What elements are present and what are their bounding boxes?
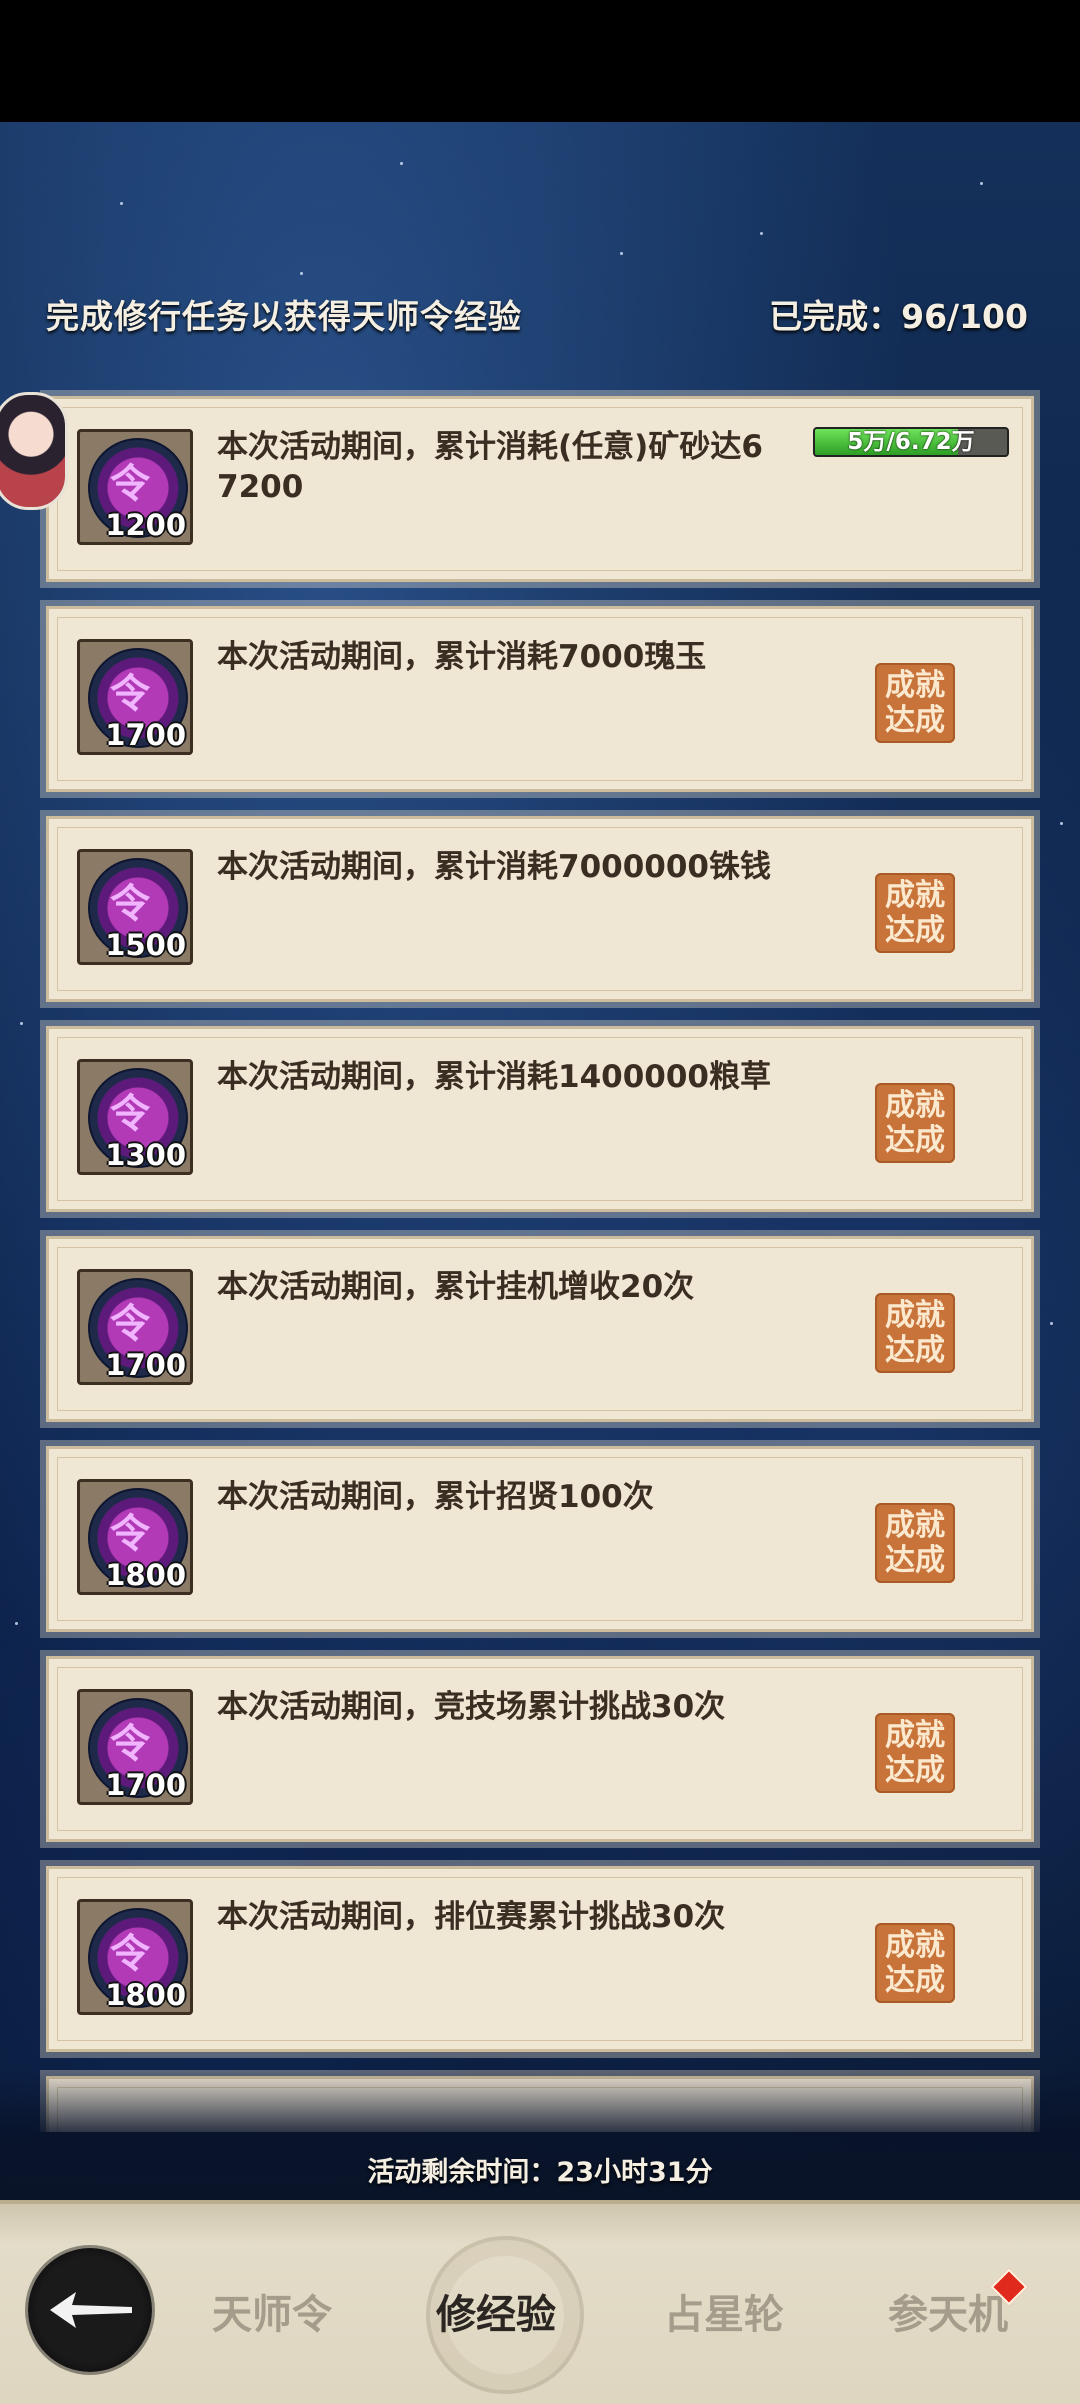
- task-card: 令 1700 本次活动期间，累计挂机增收20次 成就 达成: [46, 1236, 1034, 1422]
- back-arrow-icon: [50, 2292, 132, 2328]
- task-description: 本次活动期间，排位赛累计挑战30次: [217, 1899, 726, 1935]
- avatar[interactable]: [0, 392, 68, 510]
- status-bar: [0, 0, 1080, 122]
- achieved-badge: 成就 达成: [875, 663, 955, 743]
- reward-amount: 1200: [105, 508, 186, 542]
- task-list[interactable]: 令 1200 本次活动期间，累计消耗(任意)矿砂达67200 5万/6.72万 …: [0, 390, 1080, 2132]
- task-card: 令 1300 本次活动期间，累计消耗1400000粮草 成就 达成: [46, 1026, 1034, 1212]
- token-glyph-icon: 令: [110, 1091, 150, 1137]
- reward-icon[interactable]: 令 1300: [77, 1059, 193, 1175]
- reward-icon[interactable]: 令 1200: [77, 429, 193, 545]
- task-description: 本次活动期间，累计消耗7000000铢钱: [217, 849, 771, 885]
- task-card: 令 1700 本次活动期间，竞技场累计挑战30次 成就 达成: [46, 1656, 1034, 1842]
- back-button[interactable]: [28, 2248, 152, 2372]
- achieved-badge: 成就 达成: [875, 1923, 955, 2003]
- reward-icon[interactable]: 令 1800: [77, 1899, 193, 2015]
- task-card: 令 1500 本次活动期间，累计消耗7000000铢钱 成就 达成: [46, 816, 1034, 1002]
- token-glyph-icon: 令: [110, 881, 150, 927]
- reward-amount: 1500: [105, 928, 186, 962]
- completion-counter: 已完成：96/100: [769, 297, 1028, 336]
- task-progress-bar: 5万/6.72万: [813, 427, 1009, 457]
- task-description: 本次活动期间，累计招贤100次: [217, 1479, 654, 1515]
- task-description: 本次活动期间，累计挂机增收20次: [217, 1269, 695, 1305]
- token-glyph-icon: 令: [110, 461, 150, 507]
- list-fade-overlay: [0, 2070, 1080, 2210]
- reward-amount: 1800: [105, 1558, 186, 1592]
- achieved-badge: 成就 达成: [875, 1293, 955, 1373]
- reward-icon[interactable]: 令 1700: [77, 1689, 193, 1805]
- tab-xiujingyan[interactable]: 修经验: [436, 2282, 556, 2340]
- reward-amount: 1800: [105, 1978, 186, 2012]
- reward-icon[interactable]: 令 1500: [77, 849, 193, 965]
- reward-amount: 1700: [105, 1348, 186, 1382]
- achieved-badge: 成就 达成: [875, 873, 955, 953]
- reward-icon[interactable]: 令 1700: [77, 1269, 193, 1385]
- task-description: 本次活动期间，累计消耗7000瑰玉: [217, 639, 707, 675]
- token-glyph-icon: 令: [110, 1511, 150, 1557]
- reward-amount: 1700: [105, 1768, 186, 1802]
- reward-amount: 1700: [105, 718, 186, 752]
- achieved-badge: 成就 达成: [875, 1503, 955, 1583]
- tab-cantianji[interactable]: 参天机: [888, 2282, 1008, 2340]
- task-card: 令 1700 本次活动期间，累计消耗7000瑰玉 成就 达成: [46, 606, 1034, 792]
- task-description: 本次活动期间，累计消耗1400000粮草: [217, 1059, 771, 1095]
- token-glyph-icon: 令: [110, 1931, 150, 1977]
- event-timer: 活动剩余时间：23小时31分: [367, 2157, 713, 2188]
- reward-icon[interactable]: 令 1700: [77, 639, 193, 755]
- token-glyph-icon: 令: [110, 1721, 150, 1767]
- reward-amount: 1300: [105, 1138, 186, 1172]
- achieved-badge: 成就 达成: [875, 1713, 955, 1793]
- task-card: 令 1800 本次活动期间，累计招贤100次 成就 达成: [46, 1446, 1034, 1632]
- achieved-badge: 成就 达成: [875, 1083, 955, 1163]
- task-card: 令 1800 本次活动期间，排位赛累计挑战30次 成就 达成: [46, 1866, 1034, 2052]
- header-title: 完成修行任务以获得天师令经验: [46, 297, 522, 336]
- tab-tianshiling[interactable]: 天师令: [212, 2282, 332, 2340]
- reward-icon[interactable]: 令 1800: [77, 1479, 193, 1595]
- token-glyph-icon: 令: [110, 1301, 150, 1347]
- task-description: 本次活动期间，竞技场累计挑战30次: [217, 1689, 726, 1725]
- token-glyph-icon: 令: [110, 671, 150, 717]
- task-card: 令 1200 本次活动期间，累计消耗(任意)矿砂达67200 5万/6.72万: [46, 396, 1034, 582]
- tab-zhanxinglun[interactable]: 占星轮: [664, 2282, 784, 2340]
- task-description: 本次活动期间，累计消耗(任意)矿砂达67200: [217, 429, 763, 505]
- progress-label: 5万/6.72万: [847, 429, 975, 455]
